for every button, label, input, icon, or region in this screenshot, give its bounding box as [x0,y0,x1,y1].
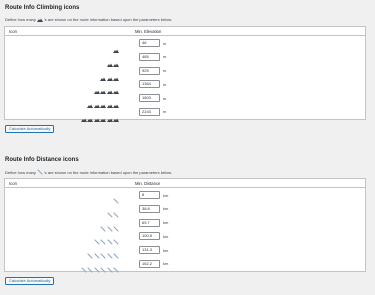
bicycle-icon [80,260,87,278]
table-row: 8 km [5,188,365,204]
min-distance-input[interactable]: 131.3 [139,246,160,255]
mountain-icon [106,109,113,127]
bicycle-icon [37,169,43,175]
table-row: 2243 m [5,105,365,122]
unit-label: km [163,247,169,253]
distance-desc-after: 's are shown on the route information ba… [43,169,173,175]
mountain-icon [93,109,100,127]
unit-label: m [163,40,167,46]
icon-group [80,260,120,278]
table-row: 162.2 km [5,257,365,273]
min-elevation-input[interactable]: 485 [139,52,160,61]
table-row: 46 m [5,36,365,53]
table-row: 925 m [5,64,365,81]
unit-label: km [163,220,169,226]
unit-label: km [163,206,169,212]
climbing-header-icon-column: Icon [9,29,17,34]
climbing-section-title: Route Info Climbing icons [5,5,80,11]
unit-label: m [163,95,167,101]
min-elevation-input[interactable]: 46 [139,39,160,47]
table-row: 100.5 km [5,229,365,245]
climbing-desc-after: 's are shown on the route information ba… [43,17,173,22]
table-row: 131.3 km [5,243,365,259]
mountain-icon [113,109,119,127]
min-distance-input[interactable]: 38.8 [139,204,160,213]
mountain-icon [80,109,87,127]
unit-label: km [163,192,169,198]
unit-label: km [163,261,169,267]
climbing-table: Icon Min. Elevation 46 m 485 m 925 m 1364 m 1803… [4,26,366,122]
min-distance-input[interactable]: 100.5 [139,232,160,241]
climbing-header-elevation-column: Min. Elevation [135,29,162,34]
min-distance-input[interactable]: 8 [139,191,160,199]
distance-header-distance-column: Min. Distance [135,181,161,186]
bicycle-icon [87,260,93,278]
unit-label: m [163,81,167,87]
bicycle-icon [106,260,113,278]
table-row: 1364 m [5,77,365,95]
unit-label: m [163,109,167,115]
min-distance-input[interactable]: 162.2 [139,259,160,268]
distance-desc-before: Define how many [5,169,36,175]
distance-description: Define how many 's are shown on the rout… [5,169,172,175]
min-elevation-input[interactable]: 2243 [139,107,160,116]
climbing-calculate-button[interactable]: Calculate Automatically [5,125,55,133]
min-elevation-input[interactable]: 1803 [139,94,160,103]
distance-table: Icon Min. Distance 8 km 38.8 km 69.7 km 100.5 k… [4,178,366,273]
climbing-desc-before: Define how many [5,17,36,22]
table-row: 69.7 km [5,216,365,232]
climbing-table-header: Icon Min. Elevation [5,27,365,36]
table-row: 38.8 km [5,202,365,218]
bicycle-icon [113,260,119,278]
bicycle-icon [100,260,106,278]
climbing-description: Define how many 's are shown on the rout… [5,17,172,22]
icon-group [80,109,119,127]
min-elevation-input[interactable]: 925 [139,66,160,75]
unit-label: m [163,68,167,74]
table-row: 1803 m [5,91,365,109]
min-elevation-input[interactable]: 1364 [139,80,160,89]
mountain-icon [100,109,106,127]
distance-calculate-button[interactable]: Calculate Automatically [5,277,55,285]
min-distance-input[interactable]: 69.7 [139,218,160,227]
unit-label: km [163,233,169,239]
mountain-icon [36,18,43,22]
mountain-icon [87,109,93,127]
distance-section-title: Route Info Distance icons [5,157,79,163]
distance-header-icon-column: Icon [9,181,17,186]
table-row: 485 m [5,50,365,67]
distance-table-header: Icon Min. Distance [5,179,365,188]
bicycle-icon [93,260,100,278]
unit-label: m [163,54,167,60]
